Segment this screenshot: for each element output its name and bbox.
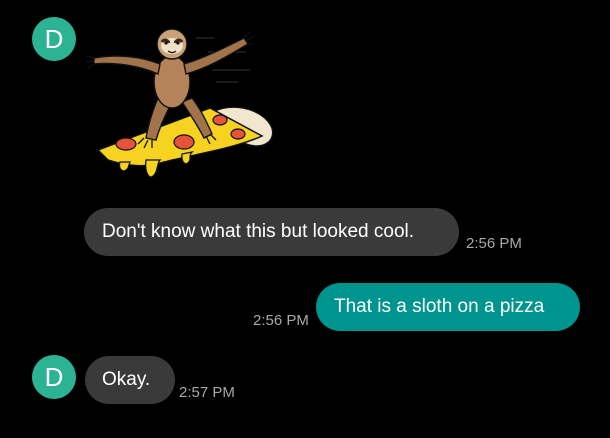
message-text: Don't know what this but looked cool. bbox=[102, 221, 415, 242]
message-text: Okay. bbox=[102, 369, 151, 390]
contact-avatar[interactable]: D bbox=[32, 17, 76, 61]
message-timestamp: 2:57 PM bbox=[179, 384, 235, 401]
sloth-surfing-pizza-sticker[interactable] bbox=[86, 22, 276, 190]
avatar-initial: D bbox=[44, 23, 64, 54]
message-timestamp: 2:56 PM bbox=[466, 235, 522, 252]
message-timestamp: 2:56 PM bbox=[253, 312, 309, 329]
avatar-initial: D bbox=[44, 361, 64, 392]
incoming-message-bubble[interactable]: Okay. bbox=[85, 356, 175, 404]
outgoing-message-bubble[interactable]: That is a sloth on a pizza bbox=[316, 283, 580, 331]
contact-avatar[interactable]: D bbox=[32, 355, 76, 399]
message-text: That is a sloth on a pizza bbox=[334, 296, 545, 317]
incoming-message-bubble[interactable]: Don't know what this but looked cool. bbox=[84, 208, 459, 256]
